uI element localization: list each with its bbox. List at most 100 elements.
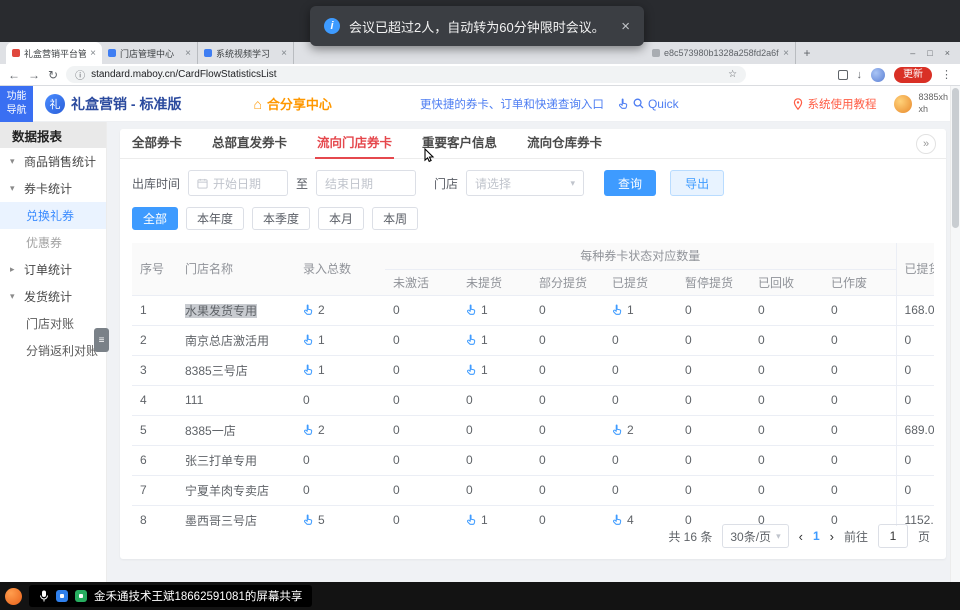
back-icon[interactable]: ←	[8, 69, 20, 81]
cell-index: 3	[132, 355, 177, 385]
sidebar-group[interactable]: ▾发货统计	[0, 283, 106, 310]
hand-pointer-icon[interactable]	[612, 514, 623, 525]
sidebar-group[interactable]: ▾券卡统计	[0, 175, 106, 202]
sidebar-item[interactable]: 兑换礼券	[0, 202, 106, 229]
store-select[interactable]: 请选择 ▾	[466, 170, 584, 196]
chevron-down-icon: ▾	[571, 178, 576, 189]
quick-search-link[interactable]: Quick	[618, 97, 679, 111]
sidebar-group-label: 订单统计	[24, 261, 72, 278]
cell-count: 0	[604, 385, 677, 415]
content-tab[interactable]: 总部直发券卡	[210, 124, 289, 158]
hand-pointer-icon[interactable]	[303, 334, 314, 345]
vertical-scrollbar[interactable]	[950, 86, 960, 582]
next-page-icon[interactable]: ›	[830, 529, 834, 544]
col-header-amount: 已提货金额	[896, 243, 934, 295]
cell-count: 2	[604, 415, 677, 445]
export-button[interactable]: 导出	[670, 170, 724, 196]
cell-count: 0	[458, 385, 531, 415]
hand-pointer-icon[interactable]	[303, 304, 314, 315]
page-size-select[interactable]: 30条/页 ▾	[722, 524, 788, 548]
chevron-right-icon: ▸	[10, 264, 19, 275]
content-tab[interactable]: 全部券卡	[130, 124, 184, 158]
sidebar-group-label: 券卡统计	[24, 180, 72, 197]
sidebar-group[interactable]: ▸ 订单统计	[0, 256, 106, 283]
browser-tab[interactable]: e8c573980b1328a258fd2a6fd×	[646, 42, 796, 64]
minimize-icon[interactable]: –	[910, 48, 915, 58]
browser-tab[interactable]: 门店管理中心×	[102, 42, 198, 64]
scrollbar-thumb[interactable]	[952, 88, 959, 228]
tutorial-link[interactable]: 系统使用教程	[793, 96, 876, 112]
reload-icon[interactable]: ↻	[48, 69, 58, 81]
tab-close-icon[interactable]: ×	[185, 48, 191, 59]
prev-page-icon[interactable]: ‹	[799, 529, 803, 544]
page-unit-label: 页	[918, 528, 930, 545]
quick-range-pill[interactable]: 本周	[372, 207, 418, 230]
microphone-icon[interactable]	[39, 590, 49, 603]
hand-pointer-icon[interactable]	[303, 514, 314, 525]
browser-tab[interactable]: 礼盒营销平台管理中心×	[6, 42, 102, 64]
collapse-panel-icon[interactable]: »	[916, 134, 936, 154]
search-button[interactable]: 查询	[604, 170, 656, 196]
user-menu[interactable]: 8385xh xh	[894, 92, 948, 115]
quick-range-pill[interactable]: 本月	[318, 207, 364, 230]
cell-store-name: 水果发货专用	[177, 295, 295, 325]
maximize-icon[interactable]: □	[927, 48, 932, 58]
hand-pointer-icon[interactable]	[612, 304, 623, 315]
share-center-link[interactable]: ⌂ 合分享中心	[253, 94, 331, 113]
tab-close-icon[interactable]: ×	[281, 48, 287, 59]
site-info-icon[interactable]: ⓘ	[75, 67, 85, 82]
sidebar-group-label: 商品销售统计	[24, 153, 96, 170]
banner-close-icon[interactable]: ×	[621, 18, 630, 35]
function-nav-button[interactable]: 功能 导航	[0, 86, 33, 122]
browser-tab[interactable]: 系统视频学习×	[198, 42, 294, 64]
cell-index: 6	[132, 445, 177, 475]
browser-profile-avatar[interactable]	[871, 68, 885, 82]
downloads-icon[interactable]: ↓	[857, 69, 863, 81]
cell-count: 0	[385, 355, 458, 385]
content-tab[interactable]: 流向门店券卡	[315, 124, 394, 158]
cell-count: 0	[750, 325, 823, 355]
cell-amount: 0	[896, 355, 934, 385]
sidebar-item[interactable]: 分销返利对账	[0, 337, 106, 364]
sidebar-group[interactable]: ▾商品销售统计	[0, 148, 106, 175]
app-logo: 礼 礼盒营销 - 标准版	[45, 94, 181, 114]
start-date-input[interactable]: 开始日期	[188, 170, 288, 196]
tab-close-icon[interactable]: ×	[90, 48, 96, 59]
forward-icon[interactable]: →	[28, 69, 40, 81]
hand-pointer-icon[interactable]	[303, 364, 314, 375]
quick-range-pill[interactable]: 本季度	[252, 207, 310, 230]
quick-range-pill[interactable]: 全部	[132, 207, 178, 230]
hand-pointer-icon[interactable]	[612, 424, 623, 435]
quick-range-pill[interactable]: 本年度	[186, 207, 244, 230]
page-number-button[interactable]: 1	[813, 529, 820, 543]
content-tab[interactable]: 流向仓库券卡	[525, 124, 604, 158]
cell-count: 0	[295, 445, 385, 475]
goto-page-input[interactable]: 1	[878, 524, 908, 548]
cell-store-name: 张三打单专用	[177, 445, 295, 475]
extensions-icon[interactable]	[838, 70, 848, 80]
hand-pointer-icon[interactable]	[466, 364, 477, 375]
hand-pointer-icon[interactable]	[303, 424, 314, 435]
sidebar-item[interactable]: 门店对账	[0, 310, 106, 337]
col-header-status-group: 每种券卡状态对应数量	[385, 243, 896, 269]
address-bar[interactable]: ⓘ standard.maboy.cn/CardFlowStatisticsLi…	[66, 66, 746, 83]
app-title: 礼盒营销 - 标准版	[71, 94, 181, 114]
hand-pointer-icon[interactable]	[466, 334, 477, 345]
cell-count: 1	[604, 295, 677, 325]
end-date-input[interactable]: 结束日期	[316, 170, 416, 196]
sidebar-item[interactable]: 优惠券	[0, 229, 106, 256]
browser-menu-icon[interactable]: ⋮	[941, 68, 952, 81]
browser-update-button[interactable]: 更新	[894, 67, 932, 83]
hand-pointer-icon[interactable]	[466, 514, 477, 525]
tab-close-icon[interactable]: ×	[783, 48, 789, 59]
share-status-icon[interactable]	[75, 590, 87, 602]
bookmark-star-icon[interactable]: ☆	[728, 69, 737, 80]
hand-pointer-icon[interactable]	[466, 304, 477, 315]
close-window-icon[interactable]: ×	[945, 48, 950, 58]
mouse-cursor	[424, 148, 436, 164]
new-tab-button[interactable]: +	[796, 42, 818, 64]
pagination: 共 16 条 30条/页 ▾ ‹ 1 › 前往 1 页	[668, 524, 930, 548]
share-app-icon[interactable]	[56, 590, 68, 602]
sidebar-resize-handle[interactable]: ≡	[94, 328, 109, 352]
cell-count: 0	[531, 445, 604, 475]
